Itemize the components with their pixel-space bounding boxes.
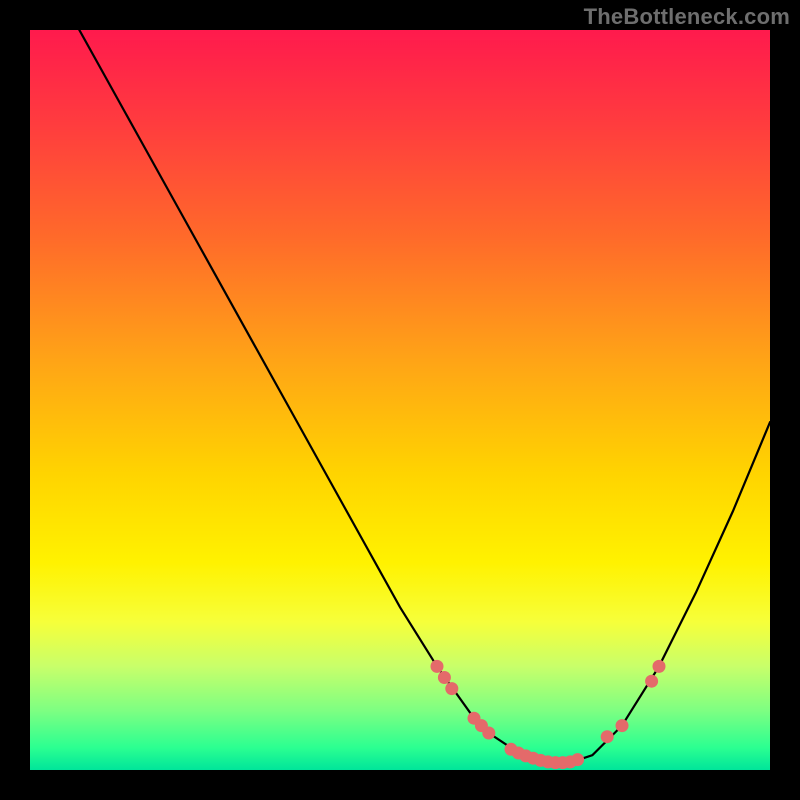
plot-area — [30, 30, 770, 770]
data-marker — [601, 730, 614, 743]
data-marker — [653, 660, 666, 673]
curve-svg — [30, 30, 770, 770]
data-marker — [438, 671, 451, 684]
chart-stage: TheBottleneck.com — [0, 0, 800, 800]
data-markers — [431, 660, 666, 769]
data-marker — [431, 660, 444, 673]
data-marker — [482, 727, 495, 740]
data-marker — [616, 719, 629, 732]
data-marker — [645, 675, 658, 688]
data-marker — [571, 753, 584, 766]
data-marker — [445, 682, 458, 695]
watermark-text: TheBottleneck.com — [584, 4, 790, 30]
bottleneck-curve — [30, 0, 770, 763]
